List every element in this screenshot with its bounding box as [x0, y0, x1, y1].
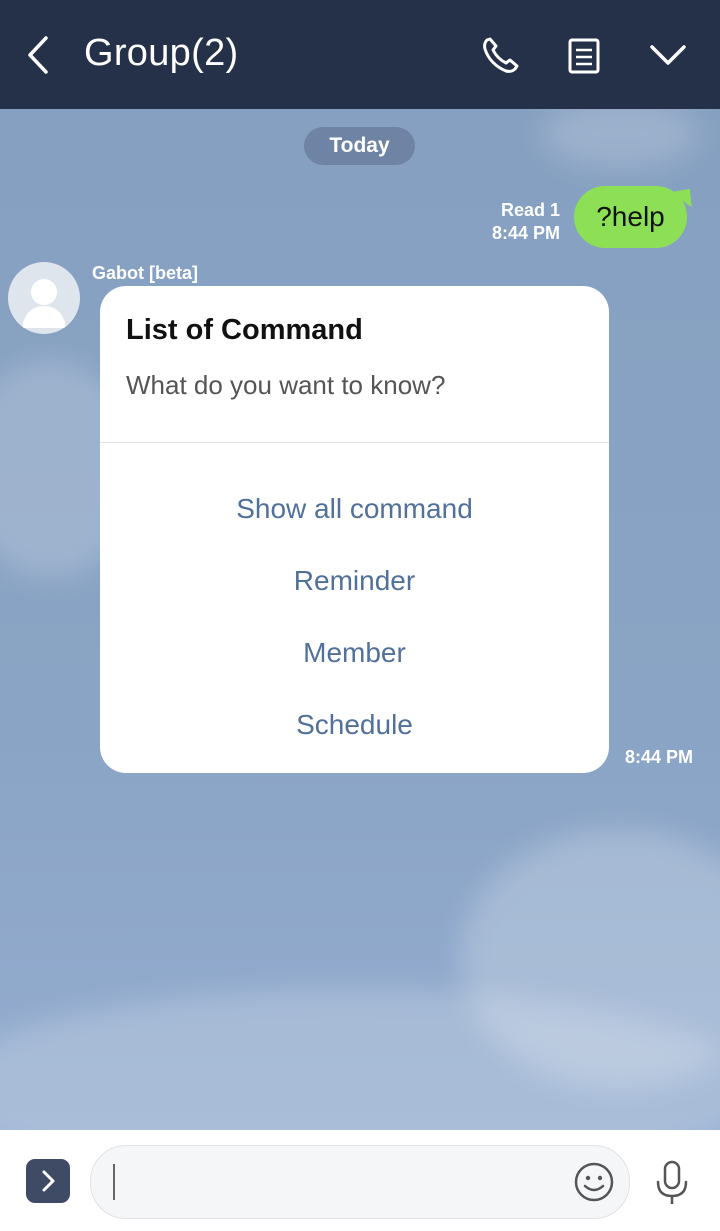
chevron-down-icon: [650, 45, 686, 65]
mic-icon: [656, 1160, 688, 1204]
call-button[interactable]: [472, 28, 528, 84]
message-time: 8:44 PM: [491, 223, 560, 243]
schedule-button[interactable]: Schedule: [100, 697, 609, 753]
read-status: Read 1: [500, 200, 560, 220]
card-subtitle: What do you want to know?: [126, 370, 446, 400]
text-caret: [113, 1164, 115, 1200]
chat-title: Group(2): [84, 32, 239, 74]
message-meta: Read 1 8:44 PM: [492, 199, 560, 245]
avatar[interactable]: [8, 262, 80, 334]
show-all-command-button[interactable]: Show all command: [100, 481, 609, 537]
default-avatar-icon: [22, 279, 66, 328]
member-button[interactable]: Member: [100, 625, 609, 681]
composer-bar: [0, 1130, 720, 1231]
emoji-button[interactable]: [573, 1161, 615, 1203]
bot-message-time: 8:44 PM: [625, 747, 694, 767]
chat-header: Group(2): [0, 0, 720, 109]
more-button[interactable]: [640, 28, 696, 84]
notes-icon: [568, 38, 600, 74]
back-icon: [28, 36, 48, 74]
emoji-icon: [574, 1162, 614, 1202]
notes-button[interactable]: [556, 28, 612, 84]
message-input[interactable]: [90, 1145, 630, 1219]
card-title: List of Command: [126, 314, 363, 346]
sender-name: Gabot [beta]: [92, 263, 198, 283]
reminder-button[interactable]: Reminder: [100, 553, 609, 609]
back-button[interactable]: [18, 30, 62, 80]
mic-button[interactable]: [650, 1158, 694, 1208]
my-message-bubble[interactable]: ?help: [574, 186, 687, 248]
divider: [100, 442, 609, 443]
background-cloud: [540, 109, 700, 169]
call-icon: [483, 37, 519, 73]
date-divider: Today: [304, 127, 415, 165]
chat-area[interactable]: Today Read 1 8:44 PM ?help Gabot [beta] …: [0, 109, 720, 1130]
expand-button[interactable]: [26, 1159, 70, 1203]
expand-icon: [42, 1170, 55, 1192]
command-card: List of Command What do you want to know…: [100, 286, 609, 773]
